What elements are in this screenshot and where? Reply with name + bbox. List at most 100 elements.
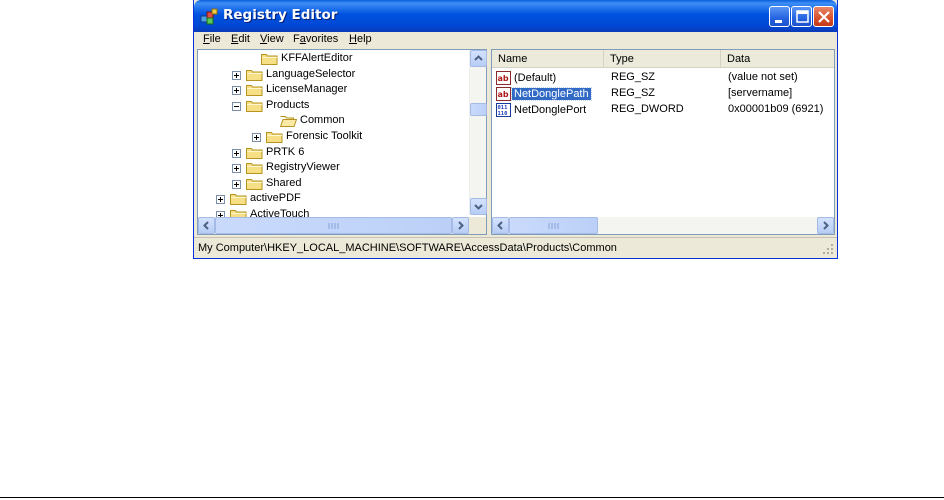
expand-plus-icon[interactable] [216,195,225,205]
folder-icon [246,100,263,112]
tree-item-label: activePDF [250,192,301,205]
menu-edit[interactable]: Edit [231,33,250,45]
registry-editor-icon [200,8,218,25]
value-name: NetDonglePort [514,104,587,116]
tree-item[interactable]: LicenseManager [232,82,446,98]
scroll-right-button[interactable] [452,217,469,234]
folder-icon [246,85,263,97]
value-row[interactable]: ab (Default) REG_SZ (value not set) [492,70,834,86]
tree-hscroll-thumb[interactable] [215,217,452,234]
expand-plus-icon[interactable] [232,86,241,96]
menu-view[interactable]: View [260,33,284,45]
value-name: (Default) [514,72,557,84]
chevron-right-icon [458,221,464,230]
menu-view-label: iew [267,33,284,45]
list-header: Name Type Data [492,50,834,68]
menu-help-accel: H [349,33,357,45]
value-name-cell: ab (Default) [496,71,606,87]
menu-file-label: ile [209,33,221,45]
expand-plus-icon[interactable] [232,164,241,174]
menu-help-label: elp [356,33,372,45]
scroll-left-button[interactable] [492,217,509,234]
key-tree-pane[interactable]: KFFAlertEditor LanguageSelector LicenseMan… [197,49,487,235]
column-header-data[interactable]: Data [721,50,834,68]
menu-file-accel: F [203,33,210,45]
expand-plus-icon[interactable] [232,148,241,158]
scroll-up-button[interactable] [470,50,487,67]
tree-item[interactable]: PRTK 6 [232,145,446,161]
value-row[interactable]: ab NetDonglePath REG_SZ [servername] [492,86,834,102]
column-header-name[interactable]: Name [492,50,604,68]
close-button[interactable] [813,6,834,27]
value-data: 0x00001b09 (6921) [728,103,824,115]
scroll-corner [469,217,486,234]
tree-horizontal-scrollbar[interactable] [198,217,469,234]
page-divider [0,497,944,498]
minimize-button[interactable] [769,6,790,27]
tree-item[interactable]: Common [280,113,480,129]
menu-file[interactable]: File [203,33,221,45]
scroll-down-button[interactable] [470,198,487,215]
menu-favorites[interactable]: Favorites [293,33,338,45]
scroll-right-button[interactable] [817,217,834,234]
tree-item-label: RegistryViewer [266,161,340,174]
folder-icon [246,178,263,190]
tree-item-label: Common [300,114,345,127]
values-list-pane[interactable]: Name Type Data ab (Default) REG_SZ (valu… [491,49,835,235]
dword-value-icon: 011110 [496,103,511,117]
folder-icon [246,69,263,81]
column-header-type[interactable]: Type [604,50,721,68]
folder-icon [246,147,263,159]
menu-help[interactable]: Help [349,33,372,45]
chevron-left-icon [203,221,209,230]
tree-item-label: LicenseManager [266,83,348,96]
value-type: REG_SZ [611,71,656,83]
chevron-left-icon [497,221,503,230]
value-name-cell: ab NetDonglePath [496,87,606,103]
svg-text:ab: ab [498,90,509,99]
scroll-left-button[interactable] [198,217,215,234]
resize-grip-icon[interactable] [822,243,834,255]
folder-icon [261,54,278,65]
tree-item[interactable]: Shared [232,176,446,192]
chevron-up-icon [474,55,483,61]
tree-item-label: KFFAlertEditor [281,52,353,64]
menu-edit-label: dit [238,33,250,45]
value-name-cell: 011 110 NetDonglePort [496,103,606,119]
value-name-selected: NetDonglePath [511,87,592,101]
value-data: [servername] [728,87,793,99]
expand-plus-icon[interactable] [232,70,241,80]
svg-text:ab: ab [498,74,509,83]
menu-favorites-pre: F [293,33,300,45]
expand-plus-icon[interactable] [232,179,241,189]
expand-plus-icon[interactable] [252,133,261,142]
tree-vertical-scrollbar[interactable] [469,50,487,215]
window-title: Registry Editor [223,7,338,23]
tree-item[interactable]: RegistryViewer [232,160,446,176]
status-path: My Computer\HKEY_LOCAL_MACHINE\SOFTWARE\… [198,242,617,254]
tree-item[interactable]: Products [232,98,446,114]
maximize-button[interactable] [791,6,812,27]
close-icon [818,11,830,23]
tree-item[interactable]: KFFAlertEditor [261,51,461,67]
tree-vscroll-thumb[interactable] [470,103,487,116]
list-horizontal-scrollbar[interactable] [492,217,834,234]
chevron-down-icon [474,204,483,210]
list-hscroll-thumb[interactable] [509,217,598,234]
value-type: REG_SZ [611,87,656,99]
title-bar[interactable]: Registry Editor [194,0,837,32]
value-row[interactable]: 011 110 NetDonglePort REG_DWORD 0x00001b0… [492,102,834,118]
registry-editor-window: Registry Editor File Edit View Favorites… [193,0,838,259]
maximize-icon [796,10,809,23]
menu-bar: File Edit View Favorites Help [194,32,837,48]
string-value-icon: ab [496,87,511,101]
value-data: (value not set) [728,71,798,83]
collapse-minus-icon[interactable] [232,101,241,111]
folder-icon [266,132,283,143]
folder-icon [246,163,263,175]
value-type: REG_DWORD [611,103,684,115]
tree-item[interactable]: Forensic Toolkit [252,129,466,145]
tree-item[interactable]: activePDF [216,191,430,207]
tree-item[interactable]: LanguageSelector [232,67,446,83]
chevron-right-icon [823,221,829,230]
